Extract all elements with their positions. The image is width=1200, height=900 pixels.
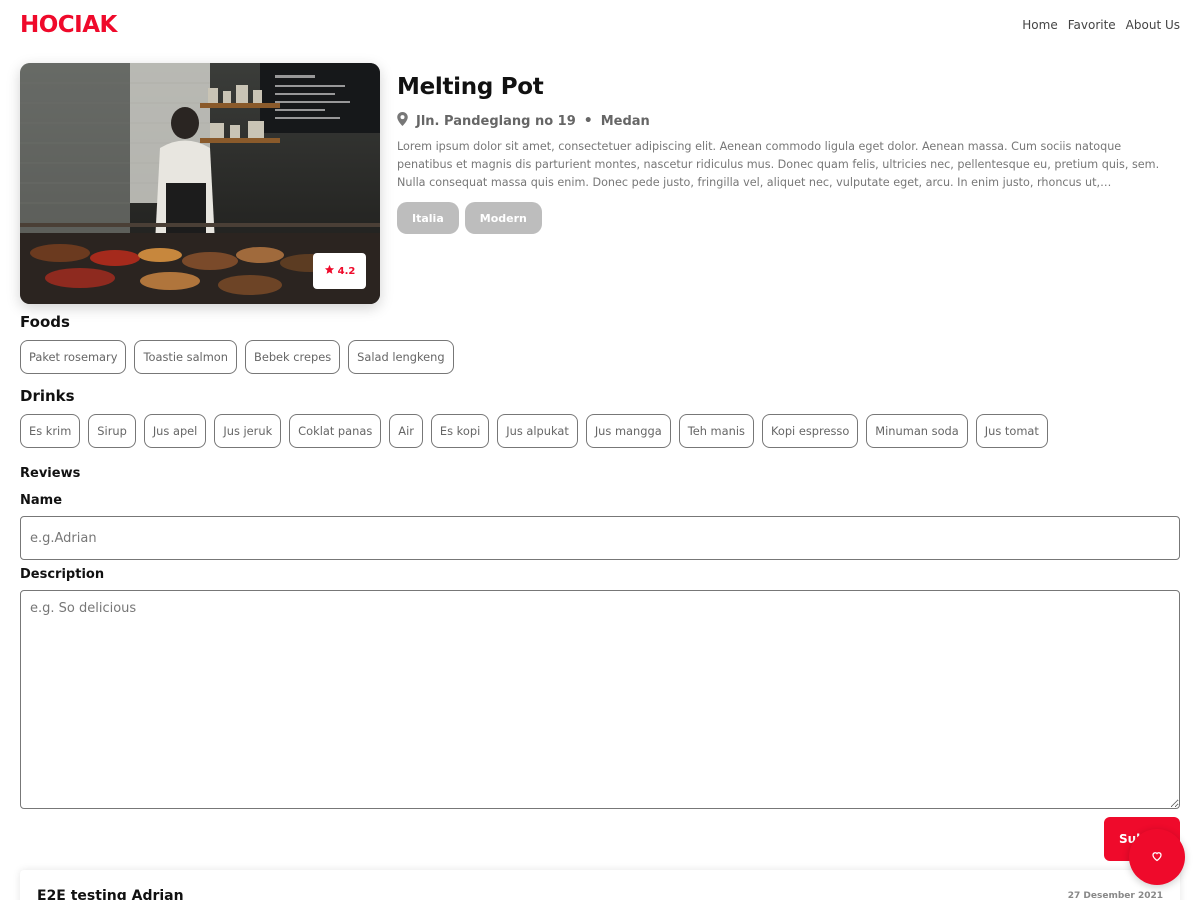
- nav-links: Home Favorite About Us: [1022, 18, 1180, 32]
- drink-item: Es krim: [20, 414, 81, 448]
- drink-item: Jus tomat: [975, 414, 1048, 448]
- map-pin-icon: [397, 112, 408, 130]
- drink-item: Minuman soda: [866, 414, 968, 448]
- drink-item: Jus jeruk: [214, 414, 282, 448]
- logo[interactable]: HOCIAK: [20, 12, 117, 38]
- rating-badge: 4.2: [313, 253, 366, 289]
- description-label: Description: [20, 567, 105, 582]
- heart-icon: [1151, 850, 1163, 865]
- drinks-list: Es krim Sirup Jus apel Jus jeruk Coklat …: [20, 414, 1048, 448]
- favorite-button[interactable]: [1129, 829, 1185, 885]
- nav-home-link[interactable]: Home: [1022, 18, 1057, 32]
- navbar: HOCIAK Home Favorite About Us: [20, 8, 1180, 42]
- food-item: Salad lengkeng: [348, 340, 454, 374]
- drink-item: Es kopi: [430, 414, 490, 448]
- separator-dot: •: [583, 113, 593, 129]
- restaurant-info: Melting Pot Jln. Pandeglang no 19 • Meda…: [397, 74, 1180, 234]
- drink-item: Teh manis: [678, 414, 754, 448]
- drink-item: Jus apel: [143, 414, 207, 448]
- drink-item: Kopi espresso: [761, 414, 859, 448]
- restaurant-name: Melting Pot: [397, 74, 544, 100]
- drink-item: Jus alpukat: [497, 414, 578, 448]
- restaurant-description: Lorem ipsum dolor sit amet, consectetuer…: [397, 140, 1160, 189]
- review-author: E2E testing Adrian: [37, 888, 184, 900]
- food-item: Toastie salmon: [134, 340, 237, 374]
- drink-item: Air: [389, 414, 423, 448]
- food-item: Bebek crepes: [245, 340, 341, 374]
- star-icon: [324, 264, 335, 278]
- category-list: Italia Modern: [397, 202, 1180, 234]
- nav-favorite-link[interactable]: Favorite: [1068, 18, 1116, 32]
- category-badge: Italia: [397, 202, 459, 234]
- foods-title: Foods: [20, 313, 70, 331]
- reviews-title: Reviews: [20, 466, 81, 481]
- review-card: E2E testing Adrian 27 Desember 2021: [20, 870, 1180, 900]
- name-label: Name: [20, 493, 63, 508]
- restaurant-location: Jln. Pandeglang no 19 • Medan: [397, 112, 1180, 130]
- name-input[interactable]: [20, 516, 1180, 560]
- restaurant-image: 4.2: [20, 63, 380, 304]
- nav-about-link[interactable]: About Us: [1126, 18, 1180, 32]
- drinks-title: Drinks: [20, 387, 75, 405]
- restaurant-city: Medan: [600, 113, 650, 129]
- category-badge: Modern: [464, 202, 542, 234]
- drink-item: Sirup: [88, 414, 136, 448]
- foods-list: Paket rosemary Toastie salmon Bebek crep…: [20, 340, 454, 374]
- rating-value: 4.2: [337, 265, 356, 277]
- review-date: 27 Desember 2021: [1067, 891, 1163, 900]
- drink-item: Coklat panas: [289, 414, 382, 448]
- description-textarea[interactable]: [20, 590, 1180, 809]
- drink-item: Jus mangga: [585, 414, 671, 448]
- food-item: Paket rosemary: [20, 340, 127, 374]
- restaurant-address: Jln. Pandeglang no 19: [416, 113, 576, 129]
